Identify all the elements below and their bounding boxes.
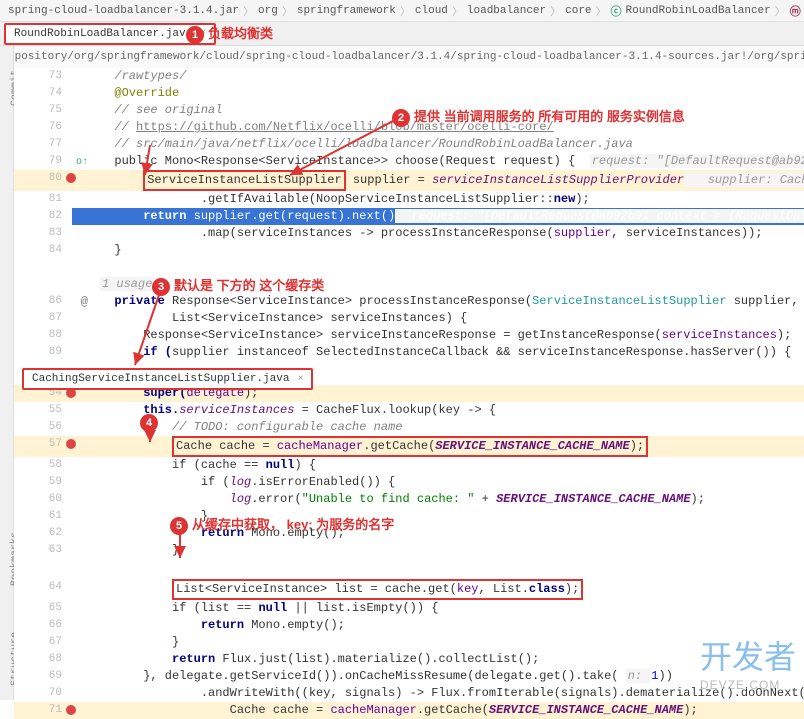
tab-label: RoundRobinLoadBalancer.java (14, 28, 192, 40)
method-icon: ⓜ (790, 3, 801, 19)
breadcrumb-jar[interactable]: spring-cloud-loadbalancer-3.1.4.jar (8, 5, 239, 17)
override-icon[interactable]: o↑ (76, 154, 88, 171)
callout-1: 1负载均衡类 (186, 23, 273, 44)
highlight-box: Cache cache = cacheManager.getCache(SERV… (172, 436, 648, 457)
breakpoint-icon[interactable] (66, 173, 76, 183)
usage-hint[interactable]: 1 usage (100, 277, 154, 291)
breadcrumb-part[interactable]: cloud (415, 5, 448, 17)
callout-2: 2提供 当前调用服务的 所有可用的 服务实例信息 (392, 106, 685, 127)
left-sidebar: Commit Bookmarks Structure (0, 46, 14, 700)
breakpoint-icon[interactable] (66, 705, 76, 715)
code-editor[interactable]: 73 /rawtypes/ 74 @Override 75 // see ori… (14, 68, 804, 719)
tab-label: CachingServiceInstanceListSupplier.java (32, 373, 289, 385)
breadcrumb-part[interactable]: loadbalancer (467, 5, 546, 17)
callout-5: 5从缓存中获取， key: 为服务的名字 (170, 514, 394, 535)
at-icon: @ (81, 294, 88, 311)
close-icon[interactable]: × (297, 374, 303, 385)
class-icon: ⓒ (611, 3, 622, 19)
breadcrumb-class[interactable]: RoundRobinLoadBalancer (626, 5, 771, 17)
breadcrumb-part[interactable]: springframework (297, 5, 396, 17)
breadcrumb: spring-cloud-loadbalancer-3.1.4.jar 〉 or… (0, 0, 804, 22)
breakpoint-icon[interactable] (66, 439, 76, 449)
tab-roundrobin[interactable]: RoundRobinLoadBalancer.java × (4, 23, 216, 45)
breadcrumb-part[interactable]: org (258, 5, 278, 17)
callout-4: 4 (140, 414, 162, 432)
breadcrumb-sep: 〉 (243, 3, 254, 19)
tab-caching[interactable]: CachingServiceInstanceListSupplier.java … (22, 368, 313, 390)
callout-3: 3默认是 下方的 这个缓存类 (152, 275, 324, 296)
highlight-box: ServiceInstanceListSupplier (143, 170, 345, 191)
file-path-bar: epository/org/springframework/cloud/spri… (0, 46, 804, 68)
highlight-box: List<ServiceInstance> list = cache.get(k… (172, 579, 583, 600)
breadcrumb-part[interactable]: core (565, 5, 591, 17)
editor-tabs: RoundRobinLoadBalancer.java × (0, 22, 804, 46)
watermark: 开发者 DEVZE.COM (700, 632, 796, 692)
